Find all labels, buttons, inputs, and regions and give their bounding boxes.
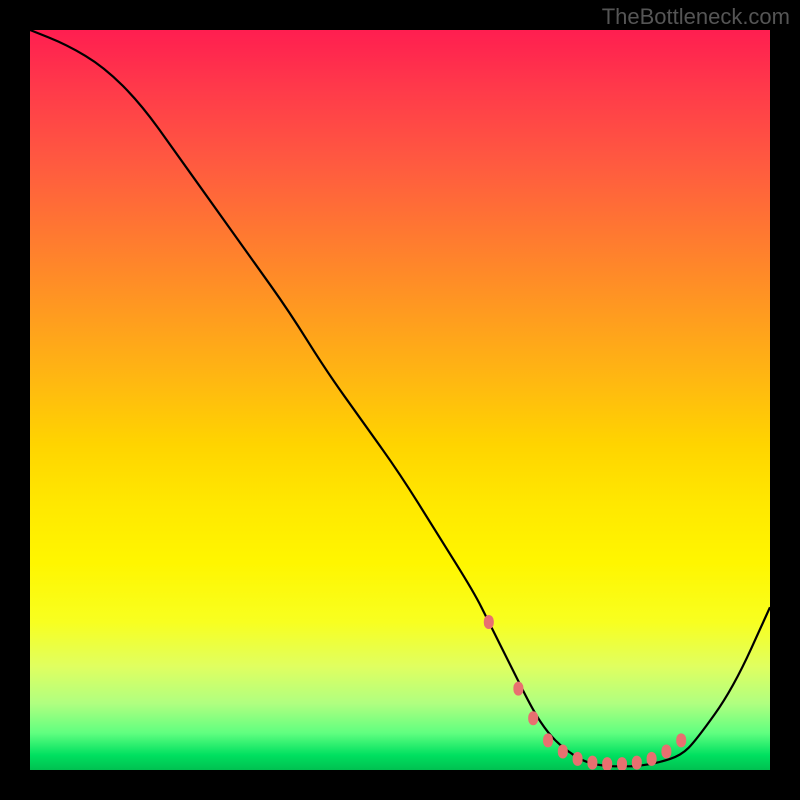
curve-marker (573, 752, 583, 766)
curve-marker (543, 733, 553, 747)
curve-markers (484, 615, 686, 770)
curve-marker (617, 757, 627, 770)
curve-svg (30, 30, 770, 770)
curve-marker (676, 733, 686, 747)
curve-marker (632, 756, 642, 770)
curve-marker (558, 745, 568, 759)
curve-marker (484, 615, 494, 629)
bottleneck-curve-line (30, 30, 770, 766)
curve-marker (602, 757, 612, 770)
curve-marker (587, 756, 597, 770)
curve-marker (513, 682, 523, 696)
curve-marker (661, 745, 671, 759)
plot-area (30, 30, 770, 770)
attribution-text: TheBottleneck.com (602, 4, 790, 30)
curve-marker (528, 711, 538, 725)
curve-marker (647, 752, 657, 766)
